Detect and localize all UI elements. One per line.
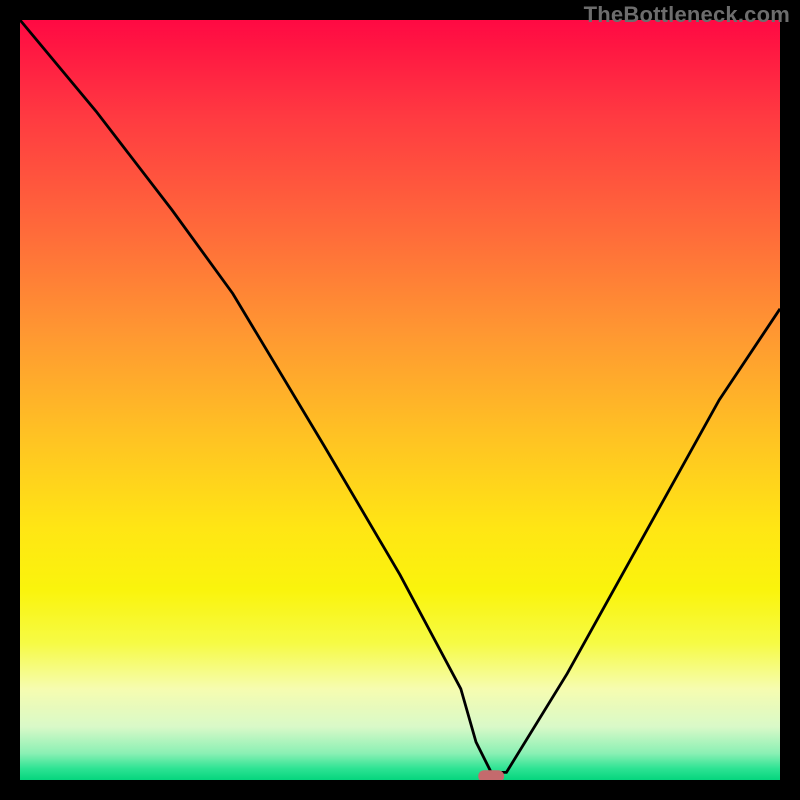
optimal-marker: [478, 770, 504, 780]
gradient-background: [20, 20, 780, 780]
chart-frame: TheBottleneck.com: [0, 0, 800, 800]
chart-svg: [20, 20, 780, 780]
plot-area: [20, 20, 780, 780]
watermark-text: TheBottleneck.com: [584, 2, 790, 28]
